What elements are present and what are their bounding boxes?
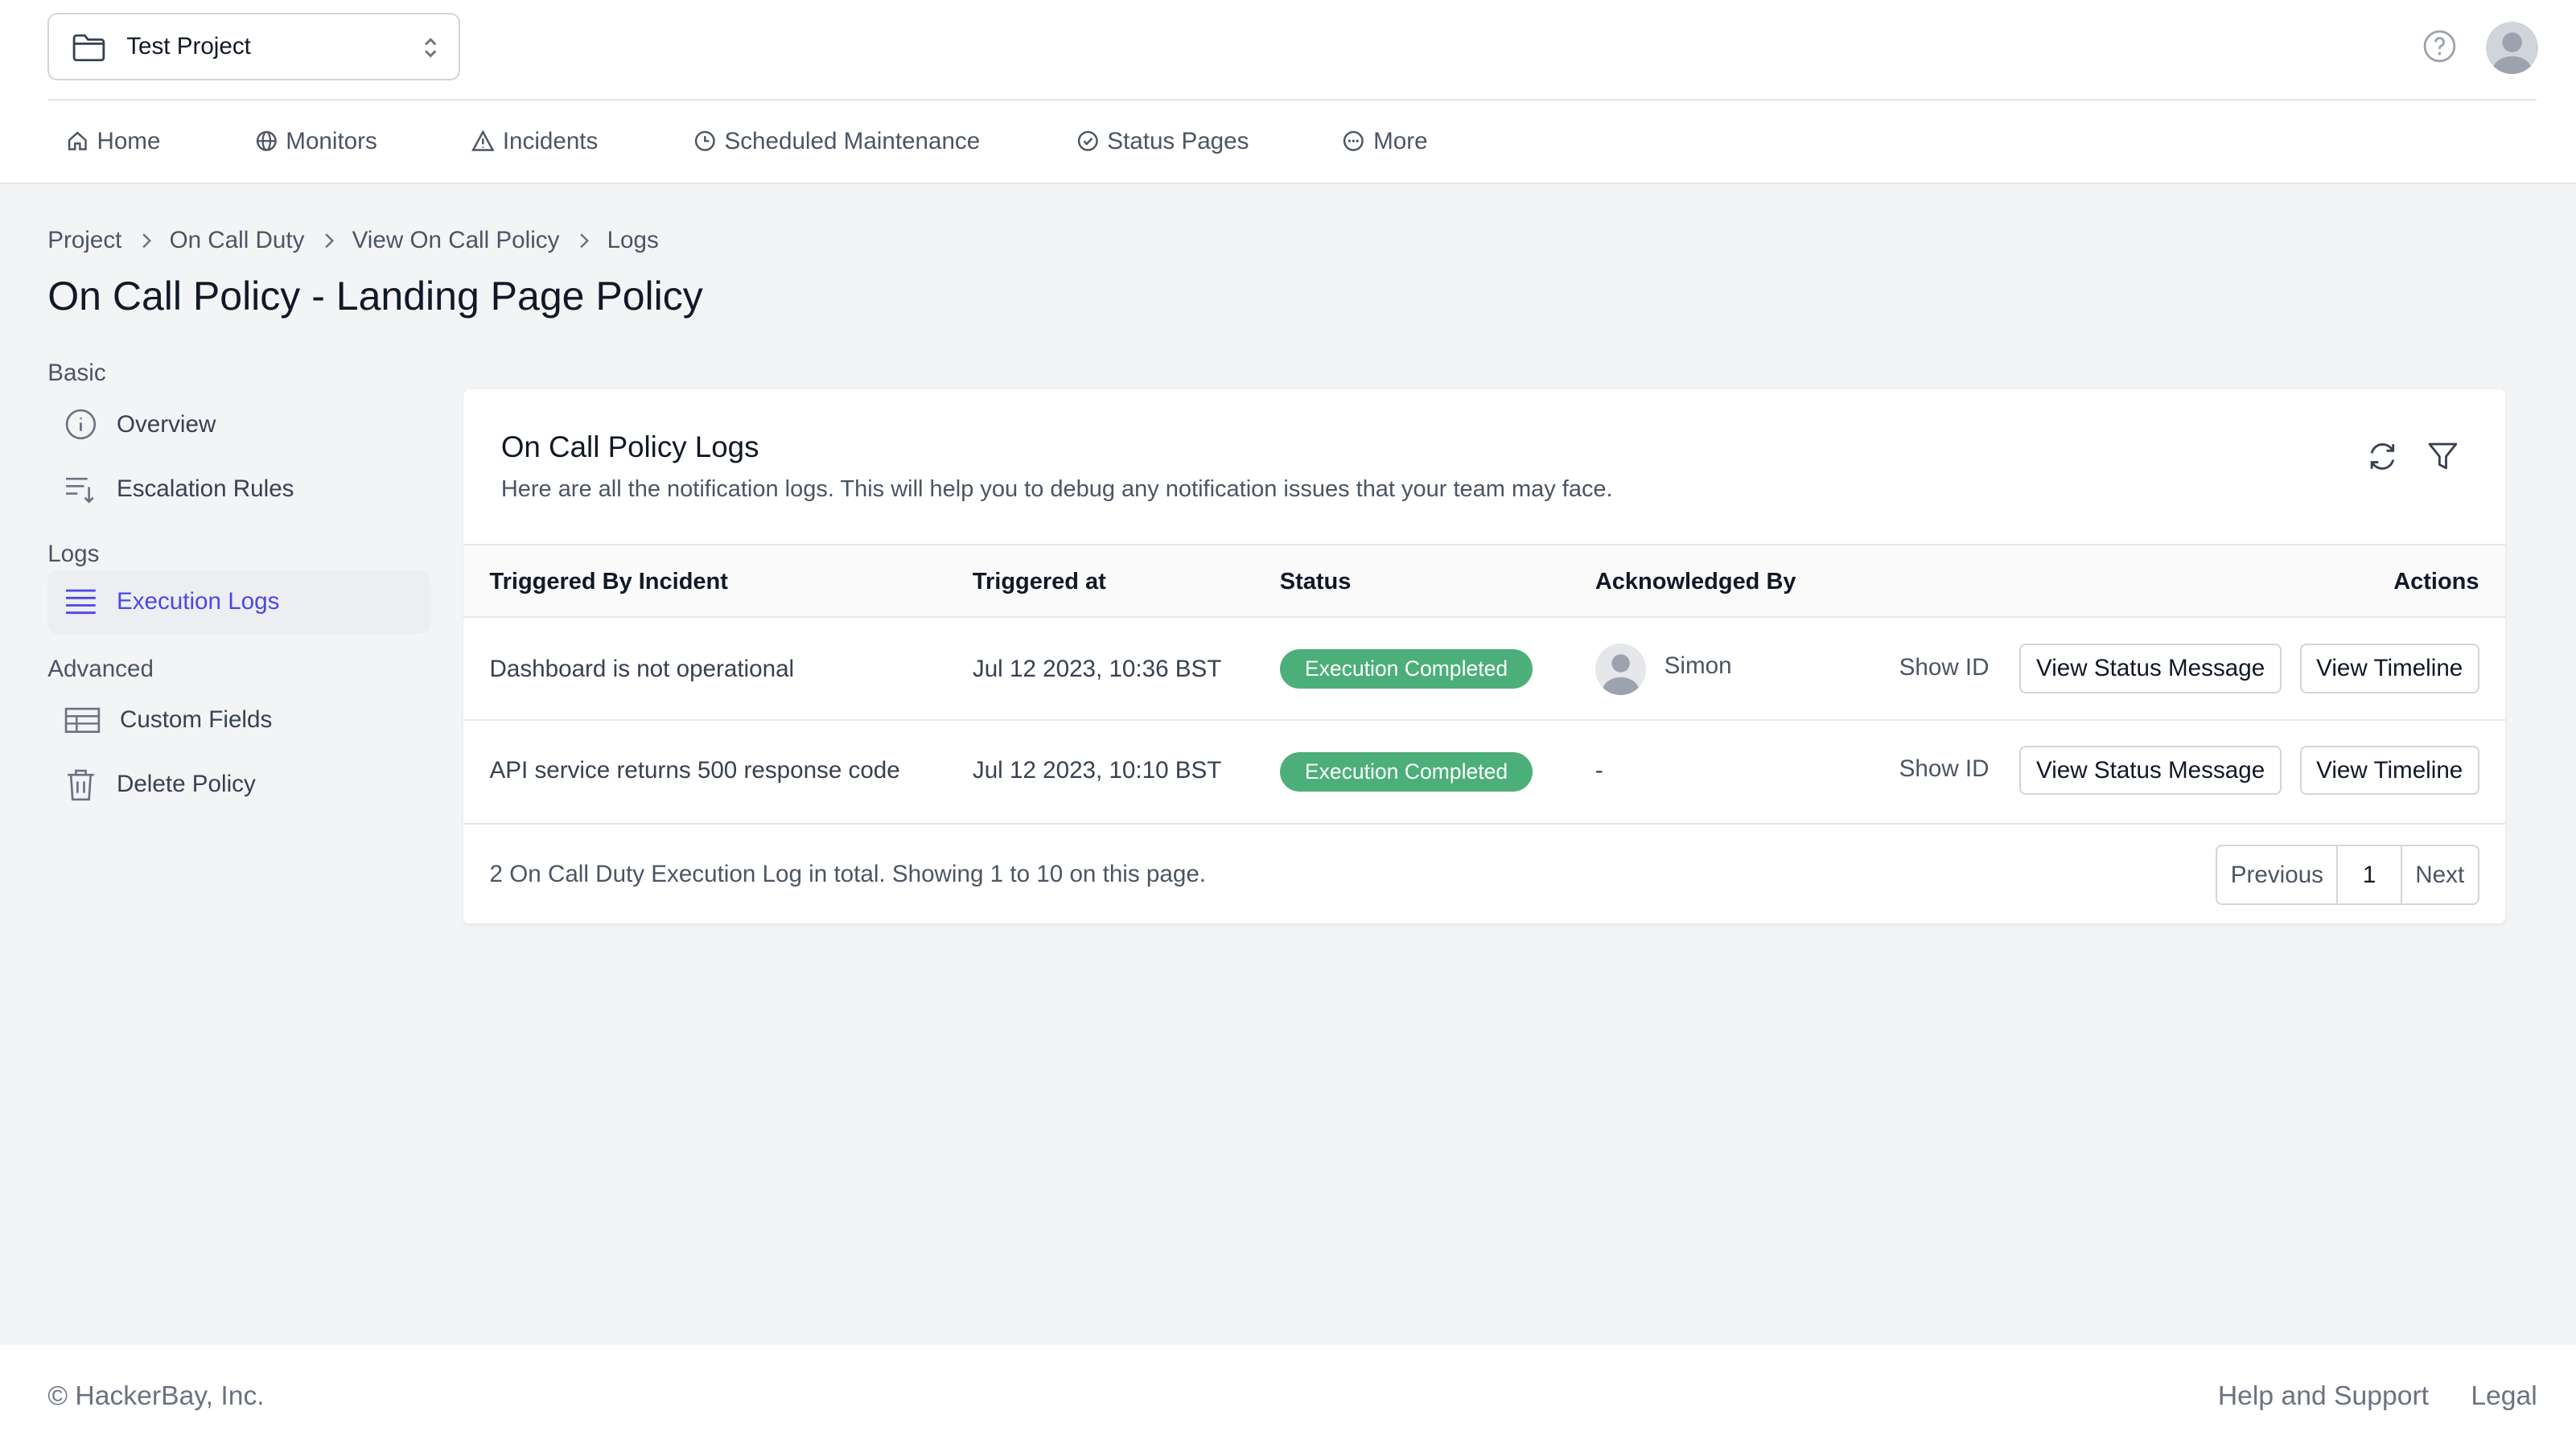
- alert-triangle-icon: [471, 130, 503, 153]
- column-header: Status: [1279, 568, 1352, 595]
- copyright: © HackerBay, Inc.: [47, 1381, 265, 1412]
- sort-lines-icon: [64, 472, 97, 505]
- acknowledged-by-cell: -: [1595, 757, 1603, 784]
- table-summary: 2 On Call Duty Execution Log in total. S…: [489, 861, 1207, 888]
- triggered-at-cell: Jul 12 2023, 10:10 BST: [972, 757, 1222, 784]
- footer: © HackerBay, Inc. Help and Support Legal: [0, 1345, 2576, 1440]
- logs-card: On Call Policy Logs Here are all the not…: [463, 389, 2506, 924]
- table-icon: [64, 706, 101, 735]
- sidebar-item-label: Delete Policy: [116, 771, 256, 798]
- show-id-button[interactable]: Show ID: [1899, 755, 1990, 783]
- status-badge: Execution Completed: [1279, 648, 1533, 689]
- home-icon: [66, 130, 97, 153]
- project-name: Test Project: [126, 33, 251, 60]
- globe-icon: [255, 130, 286, 153]
- project-switcher[interactable]: Test Project: [47, 13, 460, 81]
- show-id-button[interactable]: Show ID: [1899, 654, 1990, 681]
- nav-label: Status Pages: [1107, 127, 1249, 154]
- column-header: Triggered By Incident: [489, 568, 728, 595]
- breadcrumb: Project On Call Duty View On Call Policy…: [47, 227, 659, 254]
- nav-label: More: [1373, 127, 1428, 154]
- sidebar-item-escalation-rules[interactable]: Escalation Rules: [47, 457, 430, 521]
- view-status-message-button[interactable]: View Status Message: [2018, 644, 2282, 693]
- breadcrumb-view-policy[interactable]: View On Call Policy: [352, 227, 560, 254]
- clock-icon: [693, 130, 725, 153]
- breadcrumb-project[interactable]: Project: [47, 227, 121, 254]
- column-header: Acknowledged By: [1595, 568, 1796, 595]
- page-title: On Call Policy - Landing Page Policy: [47, 273, 703, 319]
- sidebar-item-delete-policy[interactable]: Delete Policy: [47, 752, 430, 817]
- sidebar-item-label: Escalation Rules: [116, 475, 294, 502]
- nav-incidents[interactable]: Incidents: [471, 125, 693, 158]
- chevron-up-down-icon: [422, 35, 438, 61]
- legal-link[interactable]: Legal: [2471, 1381, 2537, 1412]
- nav-more[interactable]: More: [1342, 125, 1473, 158]
- filter-icon[interactable]: [2426, 440, 2459, 473]
- sidebar-item-label: Custom Fields: [120, 706, 273, 734]
- table-row: Dashboard is not operational Jul 12 2023…: [463, 618, 2506, 722]
- view-timeline-button[interactable]: View Timeline: [2299, 644, 2479, 693]
- column-header: Actions: [2393, 568, 2479, 595]
- sidebar-heading-basic: Basic: [47, 360, 106, 387]
- status-badge: Execution Completed: [1279, 752, 1533, 792]
- nav-label: Home: [97, 127, 161, 154]
- sidebar-item-overview[interactable]: Overview: [47, 393, 430, 457]
- nav-home[interactable]: Home: [66, 125, 255, 158]
- chevron-right-icon: [138, 231, 154, 251]
- acknowledged-by-cell: Simon: [1664, 652, 1732, 679]
- avatar: [1595, 644, 1647, 695]
- incident-cell: API service returns 500 response code: [489, 757, 900, 784]
- header-divider: [47, 98, 2537, 101]
- refresh-icon[interactable]: [2366, 440, 2399, 473]
- pagination: Previous 1 Next: [2216, 844, 2479, 906]
- help-icon[interactable]: [2422, 28, 2458, 64]
- card-title: On Call Policy Logs: [500, 430, 759, 464]
- incident-cell: Dashboard is not operational: [489, 655, 795, 682]
- trash-icon: [64, 767, 97, 803]
- nav-scheduled-maintenance[interactable]: Scheduled Maintenance: [693, 125, 1076, 158]
- next-page-button[interactable]: Next: [2402, 846, 2478, 904]
- breadcrumb-on-call-duty[interactable]: On Call Duty: [170, 227, 305, 254]
- view-status-message-button[interactable]: View Status Message: [2018, 746, 2282, 796]
- sidebar-item-label: Overview: [116, 410, 216, 438]
- column-header: Triggered at: [972, 568, 1106, 595]
- table-row: API service returns 500 response code Ju…: [463, 721, 2506, 825]
- sidebar-item-label: Execution Logs: [116, 588, 280, 615]
- info-icon: [64, 408, 97, 441]
- help-and-support-link[interactable]: Help and Support: [2218, 1381, 2429, 1412]
- previous-page-button[interactable]: Previous: [2217, 846, 2336, 904]
- nav-status-pages[interactable]: Status Pages: [1076, 125, 1343, 158]
- sidebar-heading-logs: Logs: [47, 540, 100, 567]
- triggered-at-cell: Jul 12 2023, 10:36 BST: [972, 655, 1222, 682]
- list-icon: [64, 586, 97, 619]
- nav-label: Scheduled Maintenance: [724, 127, 981, 154]
- user-avatar[interactable]: [2485, 21, 2539, 74]
- chevron-right-icon: [576, 231, 592, 251]
- main-nav: Home Monitors Incidents Scheduled Mainte…: [66, 125, 1474, 158]
- nav-label: Monitors: [286, 127, 377, 154]
- folder-icon: [71, 31, 107, 64]
- table-header: Triggered By Incident Triggered at Statu…: [463, 543, 2506, 618]
- nav-monitors[interactable]: Monitors: [255, 125, 472, 158]
- chevron-right-icon: [321, 231, 337, 251]
- current-page-button[interactable]: 1: [2336, 845, 2402, 904]
- check-circle-icon: [1076, 130, 1108, 153]
- sidebar-item-execution-logs[interactable]: Execution Logs: [47, 570, 431, 635]
- sidebar-item-custom-fields[interactable]: Custom Fields: [47, 689, 430, 753]
- nav-label: Incidents: [502, 127, 599, 154]
- breadcrumb-logs[interactable]: Logs: [607, 227, 659, 254]
- sidebar-heading-advanced: Advanced: [47, 655, 154, 682]
- more-circle-icon: [1342, 130, 1373, 153]
- top-header: Test Project Home Monitors Incidents Sch…: [0, 0, 2576, 184]
- view-timeline-button[interactable]: View Timeline: [2299, 746, 2479, 796]
- card-description: Here are all the notification logs. This…: [500, 476, 1613, 503]
